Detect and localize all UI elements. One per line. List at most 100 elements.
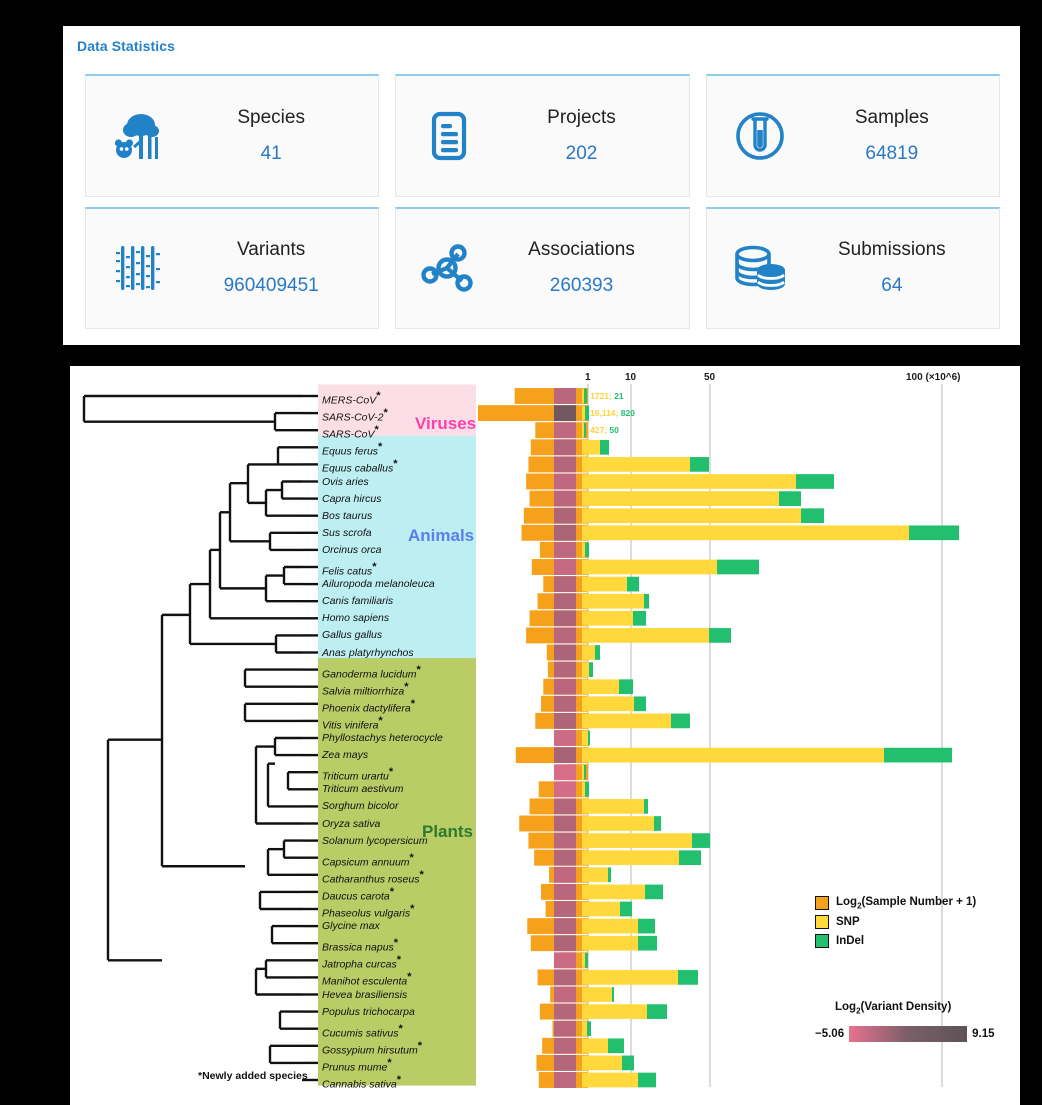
- new-species-star: *: [388, 766, 394, 779]
- species-label: Capra hircus: [322, 492, 382, 505]
- species-label: Oryza sativa: [322, 817, 381, 830]
- stat-text-samples: Samples 64819: [803, 107, 989, 165]
- stat-label: Samples: [854, 106, 929, 128]
- x-axis-tick-label: 10: [625, 372, 637, 383]
- stat-card-associations[interactable]: Associations 260393: [395, 206, 690, 329]
- document-icon: [406, 109, 492, 163]
- density-gradient-swatch: [849, 1026, 968, 1042]
- new-species-star: *: [374, 424, 379, 437]
- group-tag-animals: Animals: [408, 526, 475, 545]
- test-tube-icon: [717, 108, 803, 164]
- stat-label: Associations: [528, 239, 635, 261]
- species-label: Glycine max: [322, 920, 380, 933]
- x-axis-tick-label: 1: [585, 372, 591, 383]
- new-species-star: *: [389, 885, 394, 898]
- stat-value: 260393: [549, 275, 614, 297]
- stat-value: 960409451: [223, 275, 319, 297]
- virus-variant-annotation: 1721; 21: [590, 391, 624, 401]
- legend-swatch-snp: [815, 915, 829, 930]
- species-label: Vitis vinifera*: [322, 714, 383, 732]
- new-species-star: *: [398, 1022, 403, 1035]
- species-label: SARS-CoV*: [322, 424, 379, 441]
- species-label: Cucumis sativus*: [322, 1022, 403, 1040]
- species-label: Sus scrofa: [322, 526, 372, 539]
- stat-value: 202: [565, 142, 598, 164]
- species-label: MERS-CoV*: [322, 390, 381, 407]
- new-species-star: *: [410, 697, 415, 710]
- new-species-star: *: [393, 937, 399, 950]
- species-label: Ganoderma lucidum*: [322, 663, 421, 681]
- species-label: Orcinus orca: [322, 543, 382, 556]
- data-statistics-panel: Data Statistics Species 41 Projects 202 …: [63, 26, 1020, 345]
- species-label: Equus caballus*: [322, 458, 398, 475]
- phylogeny-figure-panel: Viruses Animals Plants Log2(Sample Numbe…: [70, 366, 1020, 1105]
- stat-card-samples[interactable]: Samples 64819: [705, 74, 1000, 197]
- new-species-star: *: [378, 714, 383, 727]
- network-icon: [406, 241, 492, 295]
- figure-footnote: *Newly added species: [198, 1070, 308, 1082]
- species-label: Phyllostachys heterocycle: [322, 732, 443, 744]
- species-label: Daucus carota*: [322, 885, 394, 903]
- legend-swatch-indel: [815, 934, 829, 949]
- stat-card-variants[interactable]: Variants 960409451: [85, 206, 380, 329]
- species-label: Zea mays: [322, 749, 369, 762]
- density-legend-bar: −5.06 9.15: [815, 1026, 995, 1042]
- legend-item-sample-number: Log2(Sample Number + 1): [815, 896, 976, 910]
- species-label: Bos taurus: [322, 509, 373, 522]
- species-label: Triticum aestivum: [322, 783, 404, 796]
- legend-item-indel: InDel: [815, 934, 976, 949]
- species-label: Populus trichocarpa: [322, 1005, 415, 1018]
- new-species-star: *: [372, 561, 377, 573]
- legend-swatch-sample-number: [815, 896, 829, 911]
- stat-card-projects[interactable]: Projects 202: [395, 74, 690, 197]
- species-label: Cannabis sativa*: [322, 1074, 401, 1091]
- x-axis-tick-label: 50: [704, 372, 716, 383]
- stat-text-projects: Projects 202: [492, 107, 678, 165]
- new-species-star: *: [407, 971, 412, 984]
- stat-label: Species: [237, 106, 305, 128]
- phylogeny-chart-svg: [82, 384, 959, 1088]
- species-label: Prunus mume*: [322, 1056, 392, 1074]
- annotation-snp-count: 16,114;: [590, 408, 621, 419]
- virus-variant-annotation: 16,114; 820: [590, 408, 635, 418]
- species-label: Catharanthus roseus*: [322, 868, 424, 886]
- annotation-indel-count: 50: [609, 425, 619, 436]
- new-species-star: *: [376, 390, 381, 402]
- x-axis-tick-label: 100 (×10^6): [906, 372, 961, 383]
- tree-panda-icon: [96, 108, 182, 164]
- stat-card-species[interactable]: Species 41: [85, 74, 380, 197]
- species-label: Sorghum bicolor: [322, 800, 399, 813]
- new-species-star: *: [396, 1074, 401, 1086]
- species-label: Brassica napus*: [322, 937, 399, 954]
- species-label: Solanum lycopersicum: [322, 834, 428, 847]
- annotation-snp-count: 427;: [590, 425, 610, 436]
- new-species-star: *: [404, 680, 409, 693]
- legend-label-indel: InDel: [836, 935, 865, 948]
- stat-label: Projects: [547, 106, 616, 128]
- new-species-star: *: [387, 1056, 392, 1069]
- stat-card-submissions[interactable]: Submissions 64: [705, 206, 1000, 329]
- chromosome-icon: [96, 240, 182, 296]
- stat-text-species: Species 41: [182, 107, 368, 165]
- annotation-indel-count: 21: [614, 391, 624, 401]
- stat-text-associations: Associations 260393: [492, 239, 678, 297]
- density-legend-title: Log2(Variant Density): [835, 1001, 952, 1016]
- stat-value: 64: [881, 275, 903, 297]
- species-label: Ailuropoda melanoleuca: [322, 578, 435, 591]
- annotation-indel-count: 820: [620, 408, 635, 419]
- species-label: Jatropha curcas*: [322, 954, 401, 971]
- legend-label-sample-number: Log2(Sample Number + 1): [836, 896, 977, 911]
- figure-canvas: Viruses Animals Plants Log2(Sample Numbe…: [70, 366, 1020, 1105]
- stat-label: Submissions: [837, 239, 946, 261]
- new-species-star: *: [378, 441, 383, 454]
- species-label: Equus ferus*: [322, 441, 383, 458]
- new-species-star: *: [396, 954, 401, 967]
- new-species-star: *: [419, 868, 424, 881]
- species-label: Gallus gallus: [322, 629, 383, 642]
- database-icon: [717, 242, 803, 294]
- new-species-star: *: [409, 851, 414, 864]
- new-species-star: *: [416, 663, 421, 676]
- species-label: Phaseolus vulgaris*: [322, 903, 415, 920]
- new-species-star: *: [383, 407, 388, 420]
- species-label: Anas platyrhynchos: [322, 646, 414, 659]
